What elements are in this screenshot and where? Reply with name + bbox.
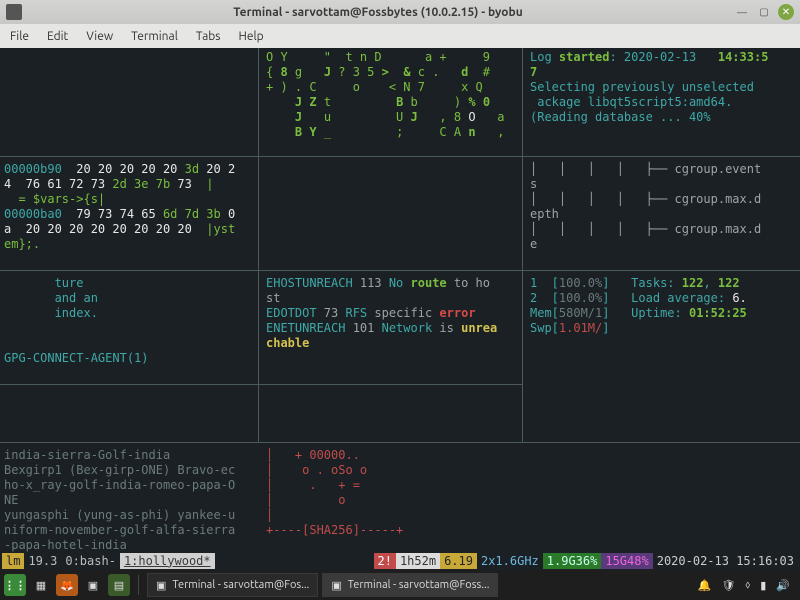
notification-icon[interactable]: 🔔	[698, 579, 712, 592]
sb-session-bash[interactable]: 0:bash-	[61, 553, 120, 569]
sb-cpu: 2x1.6GHz	[481, 554, 539, 569]
menu-terminal[interactable]: Terminal	[131, 30, 178, 43]
menu-view[interactable]: View	[86, 30, 113, 43]
menu-file[interactable]: File	[10, 30, 29, 43]
maximize-button[interactable]: ▢	[756, 4, 772, 20]
battery-icon[interactable]: ▮	[760, 579, 766, 592]
terminal-icon: ▣	[156, 579, 166, 592]
system-tray: 🔔 🛡 ⬨ ▮ 🔊	[698, 579, 796, 592]
pane-nato: india-sierra-Golf-india Bexgirp1 (Bex-gi…	[0, 446, 256, 555]
show-desktop-icon[interactable]: ▦	[30, 574, 52, 596]
pane-hexdump: 00000b90 20 20 20 20 20 3d 20 2 4 76 61 …	[0, 160, 256, 254]
sb-session-current[interactable]: 1:hollywood*	[120, 553, 215, 569]
taskbar-terminal-2[interactable]: ▣ Terminal - sarvottam@Foss...	[322, 573, 498, 597]
pane-errno: EHOSTUNREACH 113 No route to ho st EDOTD…	[262, 274, 520, 353]
window-title: Terminal - sarvottam@Fossbytes (10.0.2.1…	[28, 6, 728, 19]
taskbar-separator	[138, 575, 139, 595]
pane-log: Log started: 2020-02-13 14:33:5 7 Select…	[526, 48, 798, 127]
sb-disk: 15G48%	[601, 553, 652, 569]
desktop-taskbar: ⋮⋮ ▦ 🦊 ▣ ▤ ▣ Terminal - sarvottam@Fos...…	[0, 570, 800, 600]
byobu-statusbar: lm 19.3 0:bash- 1:hollywood* 2! 1h52m 6.…	[0, 552, 800, 570]
menu-help[interactable]: Help	[238, 30, 263, 43]
pane-cmatrix: O Y " t n D a + 9 { 8 g J ? 3 5 > & c . …	[262, 48, 520, 142]
terminal-launcher-icon[interactable]: ▣	[82, 574, 104, 596]
firefox-icon[interactable]: 🦊	[56, 574, 78, 596]
menu-tabs[interactable]: Tabs	[196, 30, 221, 43]
shield-icon[interactable]: 🛡	[721, 579, 735, 592]
sb-version: 19.3	[24, 553, 61, 569]
taskbar-terminal-1[interactable]: ▣ Terminal - sarvottam@Fos...	[147, 573, 318, 597]
pane-sha: │ + 00000.. │ o . oSo o │ . + = │ o │ +-…	[262, 446, 520, 540]
terminal-icon: ▣	[331, 579, 341, 592]
taskbar-label-2: Terminal - sarvottam@Foss...	[348, 579, 490, 591]
sb-uptime: 1h52m	[396, 553, 440, 569]
sb-load: 6.19	[440, 553, 477, 569]
network-icon[interactable]: ⬨	[745, 579, 750, 592]
window-titlebar: Terminal - sarvottam@Fossbytes (10.0.2.1…	[0, 0, 800, 24]
start-menu-icon[interactable]: ⋮⋮	[4, 574, 26, 596]
sb-distro: lm	[2, 553, 24, 569]
app-icon	[6, 4, 22, 20]
menu-edit[interactable]: Edit	[47, 30, 68, 43]
pane-htop: 1 [100.0%] Tasks: 122, 122 2 [100.0%] Lo…	[526, 274, 798, 338]
sb-alert: 2!	[374, 553, 396, 569]
taskbar-label-1: Terminal - sarvottam@Fos...	[172, 579, 309, 591]
volume-icon[interactable]: 🔊	[776, 579, 790, 592]
minimize-button[interactable]: —	[734, 4, 750, 20]
files-icon[interactable]: ▤	[108, 574, 130, 596]
sb-mem: 1.9G36%	[543, 553, 602, 569]
pane-tree: │ │ │ │ ├── cgroup.event s │ │ │ │ ├── c…	[526, 160, 798, 254]
terminal-area[interactable]: O Y " t n D a + 9 { 8 g J ? 3 5 > & c . …	[0, 48, 800, 570]
menubar: File Edit View Terminal Tabs Help	[0, 24, 800, 48]
pane-man: ture and an index. GPG-CONNECT-AGENT(1)	[0, 274, 256, 368]
sb-datetime: 2020-02-13 15:16:03	[653, 554, 798, 569]
close-button[interactable]: ✕	[778, 4, 794, 20]
